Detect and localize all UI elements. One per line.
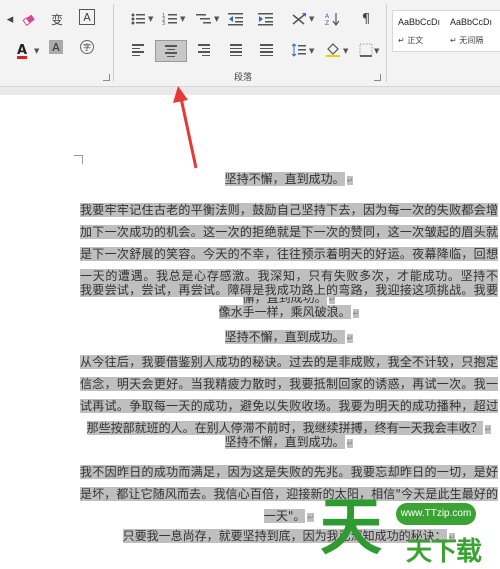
- bullets-dropdown-icon[interactable]: ▼: [148, 15, 153, 23]
- style-normal[interactable]: AaBbCcDı ↵ 正文: [393, 11, 443, 51]
- paragraph[interactable]: 我要尝试，尝试，再尝试。障碍是我成功路上的弯路，我迎接这项挑战。我要像水手一样，…: [80, 279, 498, 325]
- clear-format-button[interactable]: [19, 9, 39, 29]
- paragraph[interactable]: 坚持不懈，直到成功。 ↵: [80, 168, 498, 192]
- justify-icon: [230, 44, 242, 56]
- distributed-button[interactable]: [256, 40, 276, 60]
- increase-indent-button[interactable]: [256, 9, 276, 29]
- margin-corner-mark: [74, 155, 83, 164]
- watermark-text: 天下载: [406, 537, 482, 567]
- paragraph-mark: ↵: [307, 513, 315, 522]
- paragraph-mark: ↵: [346, 334, 354, 343]
- numbering-icon: 123: [162, 13, 177, 26]
- styles-gallery: AaBbCcDı ↵ 正文 AaBbCcDı ↵ 无间隔: [392, 10, 500, 52]
- svg-text:3: 3: [162, 21, 165, 26]
- style-no-spacing[interactable]: AaBbCcDı ↵ 无间隔: [445, 11, 495, 51]
- justify-button[interactable]: [226, 40, 246, 60]
- show-marks-button[interactable]: ¶: [356, 9, 376, 29]
- bullets-button[interactable]: [128, 9, 148, 29]
- shading-button[interactable]: [323, 40, 343, 60]
- watermark-logo: 天: [320, 490, 383, 563]
- chinese-layout-icon: [292, 13, 306, 25]
- phonetic-guide-button[interactable]: 变: [47, 9, 67, 29]
- paragraph-mark: ↵: [352, 309, 360, 318]
- ribbon-toolbar: ◂ 变 A A ▼ A 字 ▼ 123 ▼ ▼ ▼ AZ ¶ ▼ ▼ ▼ 段落 …: [0, 0, 500, 87]
- align-left-button[interactable]: [128, 40, 148, 60]
- bullets-icon: [131, 13, 145, 25]
- paragraph-mark: ↵: [346, 439, 354, 448]
- align-center-icon: [165, 45, 177, 57]
- align-right-button[interactable]: [194, 40, 214, 60]
- style-name: ↵ 无间隔: [450, 36, 484, 45]
- chinese-layout-button[interactable]: [289, 9, 309, 29]
- multilevel-dropdown-icon[interactable]: ▼: [214, 15, 219, 23]
- ruler-band: [0, 87, 500, 95]
- style-name: ↵ 正文: [398, 36, 424, 45]
- line-spacing-icon: [291, 43, 306, 57]
- paragraph-dialog-launcher-icon[interactable]: [374, 74, 381, 81]
- line-spacing-dropdown-icon[interactable]: ▼: [309, 47, 314, 55]
- align-center-button[interactable]: [155, 40, 187, 62]
- paragraph[interactable]: 坚持不懈，直到成功。 ↵: [80, 326, 498, 350]
- site-watermark: 天 www.TTzip.com 天下载: [320, 495, 500, 569]
- paragraph[interactable]: 坚持不懈，直到成功。 ↵: [80, 431, 498, 455]
- paragraph-group-label: 段落: [234, 73, 253, 83]
- font-color-button[interactable]: A: [12, 40, 32, 60]
- pilcrow-icon: ¶: [361, 11, 371, 27]
- shading-dropdown-icon[interactable]: ▼: [343, 47, 348, 55]
- paragraph-text: 我要尝试，尝试，再尝试。障碍是我成功路上的弯路，我迎接这项挑战。我要像水手一样，…: [80, 283, 498, 319]
- shrink-font-icon[interactable]: ◂: [0, 9, 20, 29]
- svg-text:Z: Z: [325, 20, 329, 26]
- decrease-indent-icon: [228, 13, 243, 26]
- multilevel-list-icon: [196, 14, 211, 24]
- watermark-url: www.TTzip.com: [396, 503, 476, 525]
- font-dialog-launcher-icon[interactable]: [103, 74, 110, 81]
- paint-bucket-icon: [326, 43, 340, 57]
- font-color-dropdown-icon[interactable]: ▼: [34, 47, 39, 55]
- paragraph-text: 从今往后，我要借鉴别人成功的秘诀。过去的是非成败，我全不计较，只抱定信念，明天会…: [80, 355, 498, 435]
- paragraph-text: 坚持不懈，直到成功。: [224, 330, 345, 344]
- style-sample: AaBbCcDı: [398, 17, 441, 27]
- decrease-indent-button[interactable]: [226, 9, 246, 29]
- paragraph[interactable]: 从今往后，我要借鉴别人成功的秘诀。过去的是非成败，我全不计较，只抱定信念，明天会…: [80, 351, 498, 441]
- borders-dropdown-icon[interactable]: ▼: [374, 47, 379, 55]
- align-right-icon: [198, 44, 210, 56]
- style-sample: AaBbCcDı: [450, 17, 493, 27]
- group-divider: [386, 4, 387, 82]
- char-shading-button[interactable]: A: [49, 40, 63, 54]
- borders-icon: [359, 43, 373, 57]
- eraser-icon: [22, 14, 35, 26]
- paragraph-text: 坚持不懈，直到成功。: [224, 435, 345, 449]
- svg-text:A: A: [325, 13, 330, 20]
- distributed-icon: [259, 44, 273, 56]
- sort-button[interactable]: AZ: [323, 9, 343, 29]
- numbering-button[interactable]: 123: [160, 9, 180, 29]
- increase-indent-icon: [258, 13, 273, 26]
- line-spacing-button[interactable]: [289, 40, 309, 60]
- sort-icon: AZ: [325, 13, 340, 26]
- paragraph-mark: ↵: [346, 176, 354, 185]
- char-border-button[interactable]: A: [79, 9, 95, 25]
- chinese-layout-dropdown-icon[interactable]: ▼: [309, 15, 314, 23]
- group-divider: [113, 4, 114, 82]
- multilevel-list-button[interactable]: [194, 9, 214, 29]
- numbering-dropdown-icon[interactable]: ▼: [180, 15, 185, 23]
- enclose-chars-button[interactable]: 字: [80, 40, 94, 54]
- align-left-icon: [132, 44, 144, 56]
- borders-button[interactable]: [356, 40, 376, 60]
- paragraph-text: 坚持不懈，直到成功。: [224, 172, 345, 186]
